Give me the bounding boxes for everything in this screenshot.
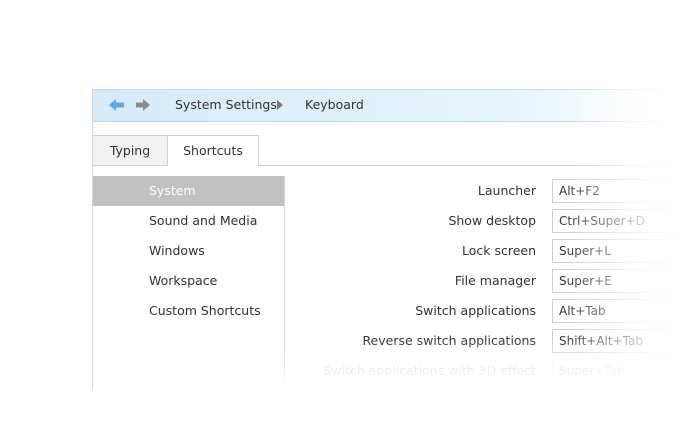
shortcut-label: Lock screen (461, 243, 536, 258)
shortcut-row: Switch applications with 3D effect Super… (285, 356, 685, 386)
category-sidebar: System Sound and Media Windows Workspace… (93, 176, 285, 389)
sidebar-item-custom-shortcuts[interactable]: Custom Shortcuts (93, 296, 284, 326)
shortcut-label: Switch applications with 3D effect (323, 363, 536, 378)
sidebar-item-sound-and-media[interactable]: Sound and Media (93, 206, 284, 236)
shortcut-row: File manager Super+E (285, 266, 685, 296)
toolbar: System Settings Keyboard (93, 89, 685, 122)
shortcut-label: Switch applications (415, 303, 536, 318)
shortcut-label: Show desktop (448, 213, 536, 228)
shortcut-row: Lock screen Super+L (285, 236, 685, 266)
breadcrumb-system-settings[interactable]: System Settings (175, 97, 277, 112)
tab-typing[interactable]: Typing (93, 135, 168, 165)
breadcrumb-keyboard[interactable]: Keyboard (305, 97, 364, 112)
shortcut-key-field[interactable]: Super+E (552, 269, 685, 293)
shortcut-key-field[interactable]: Alt+F2 (552, 179, 685, 203)
shortcut-row: Launcher Alt+F2 (285, 176, 685, 206)
shortcut-key-field[interactable]: Ctrl+Super+D (552, 209, 685, 233)
shortcut-row: Show desktop Ctrl+Super+D (285, 206, 685, 236)
shortcut-key-field[interactable]: Alt+Tab (552, 299, 685, 323)
tab-shortcuts[interactable]: Shortcuts (167, 135, 259, 166)
shortcut-label: Reverse switch applications (362, 333, 536, 348)
forward-arrow-icon[interactable] (135, 98, 151, 112)
shortcut-label: Launcher (477, 183, 536, 198)
tab-bar: Typing Shortcuts (93, 135, 685, 166)
breadcrumb-separator-icon (277, 100, 283, 110)
shortcut-label: File manager (454, 273, 536, 288)
sidebar-item-windows[interactable]: Windows (93, 236, 284, 266)
shortcut-row: Reverse switch applications Shift+Alt+Ta… (285, 326, 685, 356)
sidebar-item-workspace[interactable]: Workspace (93, 266, 284, 296)
settings-window: System Settings Keyboard Typing Shortcut… (92, 89, 685, 389)
sidebar-item-system[interactable]: System (93, 176, 284, 206)
shortcut-row: Switch applications Alt+Tab (285, 296, 685, 326)
back-arrow-icon[interactable] (109, 98, 125, 112)
shortcuts-panel: Launcher Alt+F2 Show desktop Ctrl+Super+… (285, 176, 685, 389)
shortcut-key-field[interactable]: Super+L (552, 239, 685, 263)
shortcut-key-field[interactable]: Super+Tab (552, 359, 685, 383)
shortcut-key-field[interactable]: Shift+Alt+Tab (552, 329, 685, 353)
